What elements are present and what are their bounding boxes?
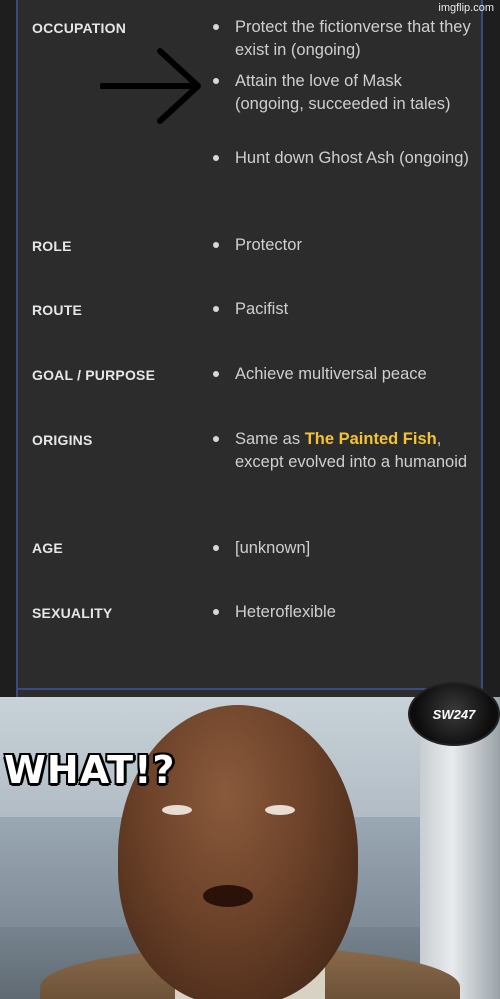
bullet xyxy=(213,242,219,248)
value-age: [unknown] xyxy=(235,539,311,557)
value-route: Pacifist xyxy=(235,300,289,318)
value-occupation-2: Attain the love of Mask (ongoing, succee… xyxy=(235,72,451,113)
watermark: imgflip.com xyxy=(438,2,494,14)
value-role: Protector xyxy=(235,236,302,254)
value-sexuality: Heteroflexible xyxy=(235,603,336,621)
open-mouth xyxy=(203,885,253,907)
value-occupation-3: Hunt down Ghost Ash (ongoing) xyxy=(235,149,469,167)
label-route: ROUTE xyxy=(32,302,82,318)
channel-logo: SW247 xyxy=(408,682,500,746)
bullet xyxy=(213,155,219,161)
bullet xyxy=(213,24,219,30)
reaction-image xyxy=(0,697,500,999)
label-occupation: OCCUPATION xyxy=(32,20,127,36)
meme-caption: WHAT!? xyxy=(4,748,176,792)
label-role: ROLE xyxy=(32,238,72,254)
label-origins: ORIGINS xyxy=(32,432,93,448)
bullet xyxy=(213,371,219,377)
eye xyxy=(162,805,192,815)
divider xyxy=(16,688,468,690)
logo-text: SW247 xyxy=(432,707,476,722)
bullet xyxy=(213,306,219,312)
painted-fish-link[interactable]: The Painted Fish xyxy=(305,430,437,448)
bullet xyxy=(213,78,219,84)
label-age: AGE xyxy=(32,540,63,556)
arrow-right-icon xyxy=(100,48,201,124)
value-goal: Achieve multiversal peace xyxy=(235,365,427,383)
value-origins: Same as The Painted Fish, except evolved… xyxy=(235,428,475,473)
value-occupation-1: Protect the fictionverse that they exist… xyxy=(235,18,471,59)
bullet xyxy=(213,545,219,551)
info-panel: imgflip.com OCCUPATION Protect the ficti… xyxy=(0,0,500,697)
origins-prefix: Same as xyxy=(235,430,305,448)
bullet xyxy=(213,436,219,442)
eye xyxy=(265,805,295,815)
label-sexuality: SEXUALITY xyxy=(32,605,113,621)
bullet xyxy=(213,609,219,615)
label-goal: GOAL / PURPOSE xyxy=(32,367,156,383)
